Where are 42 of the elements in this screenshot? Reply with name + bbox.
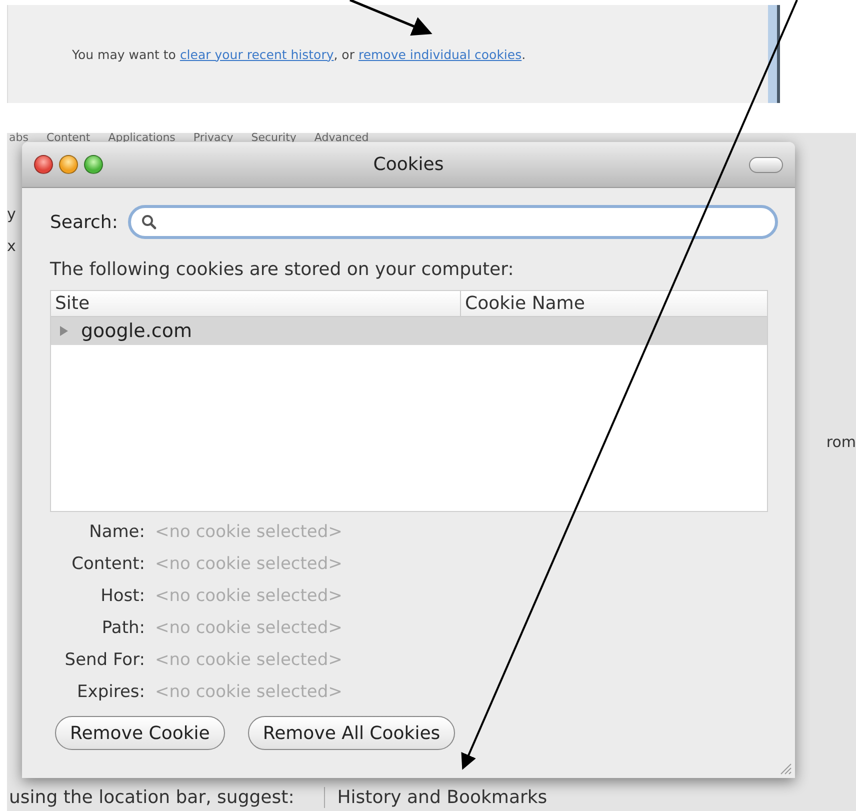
field-value: <no cookie selected> [155,681,342,704]
notice-text: You may want to clear your recent history, or remove individual cookies. [72,46,526,62]
zoom-icon[interactable] [84,155,103,174]
field-label: Send For: [64,649,145,672]
field-label: Expires: [76,681,145,704]
field-label: Host: [100,585,145,608]
remove-button[interactable]: Remove All Cookies [248,716,456,750]
preferences-tab[interactable]: Security [251,133,296,142]
suggest-label: using the location bar, suggest: [9,786,294,808]
preferences-tab[interactable]: Advanced [314,133,369,142]
preferences-tab[interactable]: abs [9,133,28,142]
search-label: Search: [50,212,118,232]
minimize-icon[interactable] [59,155,78,174]
search-field[interactable] [128,205,778,239]
suggest-dropdown[interactable]: History and Bookmarks [324,786,608,808]
preferences-tab[interactable]: Content [46,133,90,142]
intro-text: The following cookies are stored on your computer: [50,259,515,280]
preferences-tab[interactable]: Applications [108,133,176,142]
field-label: Content: [70,553,145,576]
text-link[interactable]: remove individual cookies [358,46,522,62]
partial-text: rom [826,433,856,451]
column-header[interactable]: Site [51,291,461,316]
close-icon[interactable] [34,155,53,174]
field-value: <no cookie selected> [155,585,342,608]
field-value: <no cookie selected> [155,553,342,576]
search-icon [140,214,157,230]
column-header[interactable]: Cookie Name [461,291,767,316]
disclosure-icon[interactable] [59,325,69,337]
partial-text: y [7,205,16,223]
field-value: <no cookie selected> [155,617,342,640]
toolbar-toggle-button[interactable] [749,156,783,172]
text-link[interactable]: clear your recent history [180,46,334,62]
site-row[interactable]: google.com [51,317,767,345]
preferences-tab[interactable]: Privacy [193,133,234,142]
field-value: <no cookie selected> [155,649,342,672]
field-label: Name: [88,521,145,544]
partial-text: x [7,237,16,255]
resize-grip-icon[interactable] [778,760,792,775]
field-label: Path: [100,617,145,640]
field-value: <no cookie selected> [155,521,342,544]
remove-button[interactable]: Remove Cookie [55,716,225,750]
window-title: Cookies [373,154,444,175]
